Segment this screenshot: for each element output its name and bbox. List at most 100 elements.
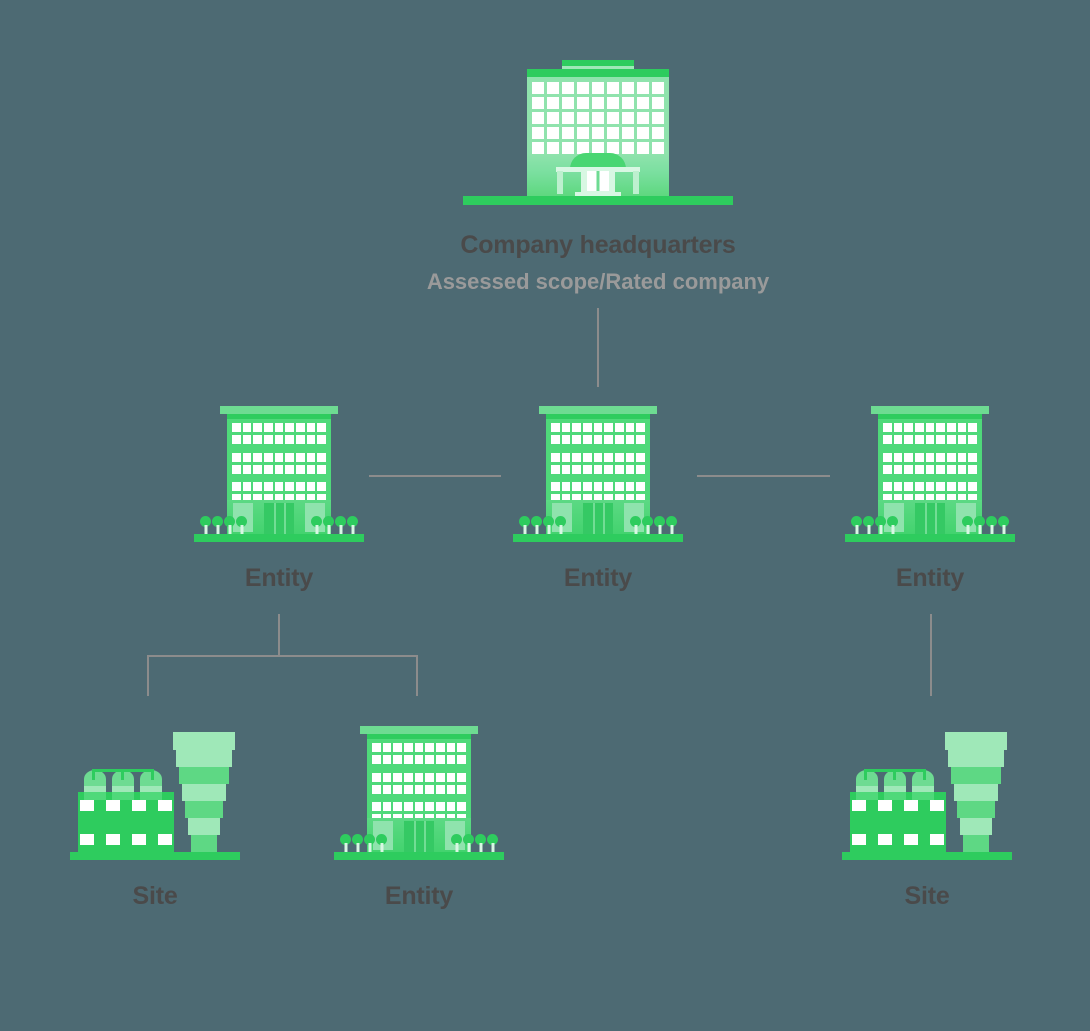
hq-entrance-plinth [527,153,669,196]
silo-icon [84,770,106,800]
entity-center-label: Entity [563,564,633,592]
entity-window-band [546,449,650,478]
connector-left-entity-stem [278,614,280,656]
factory-body [78,792,174,852]
entity-window-row [883,464,977,474]
node-entity-right[interactable]: Entity [845,406,1015,593]
connector-center-to-right-entity [697,475,830,477]
smokestack-segment [948,749,1004,767]
entity-window-row [372,743,466,752]
silo-pipe-drop-right [151,771,154,780]
tree-icon [543,514,554,534]
tree-icon [851,514,862,534]
smokestack-segment [176,749,232,767]
silo-icon [856,770,878,800]
smokestack-segment [951,766,1001,784]
tree-icon [642,514,653,534]
entity-child-label: Entity [384,882,454,910]
smokestack-segment [188,817,220,835]
entity-window-row [372,772,466,782]
entity-facade [367,739,471,827]
entity-facade [227,419,331,507]
site-right-label: Site [904,882,950,910]
node-company-headquarters[interactable]: Company headquarters Assessed scope/Rate… [427,60,769,295]
factory-body [850,792,946,852]
entity-window-row [551,464,645,474]
entity-window-band [367,769,471,798]
node-entity-child[interactable]: Entity [334,726,504,911]
hq-door [587,171,609,191]
tree-icon [224,514,235,534]
tree-icon [962,514,973,534]
tree-icon [519,514,530,534]
org-chart-diagram: Company headquarters Assessed scope/Rate… [0,0,1090,1031]
entity-ground-bar [194,534,364,542]
entity-window-row [232,452,326,462]
tree-icon [986,514,997,534]
smokestack-segment [179,766,229,784]
entity-window-row [551,423,645,432]
entity-window-row [883,482,977,491]
entity-window-band [878,419,982,448]
tree-icon [875,514,886,534]
factory-icon [70,726,240,860]
tree-icon [347,514,358,534]
silo-pipe-drop-right [923,771,926,780]
tree-icon [475,832,486,852]
entity-window-row [232,482,326,491]
connector-drop-to-site-left [147,655,149,696]
entity-window-band [227,419,331,448]
tree-icon [200,514,211,534]
office-tower-icon [463,60,733,205]
tree-icon [352,832,363,852]
tree-icon [311,514,322,534]
tree-icon [323,514,334,534]
entity-facade [878,419,982,507]
entity-facade [546,419,650,507]
entity-roof-cap [539,406,657,414]
connector-drop-to-entity-child [416,655,418,696]
tree-icon [451,832,462,852]
entity-roof-cap [360,726,478,734]
tree-icon [887,514,898,534]
hq-ground-bar [463,196,733,205]
entity-entrance [404,821,434,852]
entity-window-row [883,435,977,444]
tree-icon [487,832,498,852]
office-building-icon [513,406,683,542]
entity-window-band [227,449,331,478]
tree-icon [998,514,1009,534]
entity-window-row [883,452,977,462]
silo-pipe-drop-left [864,771,867,780]
tree-icon [463,832,474,852]
tree-icon [376,832,387,852]
entity-window-band [367,739,471,768]
entity-ground-bar [334,852,504,860]
connector-hq-to-center-entity [597,308,599,387]
entity-window-band [546,419,650,448]
entity-ground-bar [845,534,1015,542]
smokestack-segment [191,834,217,852]
entity-left-label: Entity [244,564,314,592]
smokestack-segment [185,800,223,818]
smokestack-segment [957,800,995,818]
node-entity-left[interactable]: Entity [194,406,364,593]
silo-pipe-drop-mid [893,771,896,780]
office-building-icon [845,406,1015,542]
entity-entrance [264,503,294,534]
entity-window-row [232,435,326,444]
tree-icon [654,514,665,534]
tree-icon [212,514,223,534]
entity-roof-cap [871,406,989,414]
smokestack-icon [940,726,1012,860]
hq-sublabel: Assessed scope/Rated company [426,269,770,294]
node-entity-center[interactable]: Entity [513,406,683,593]
connector-right-entity-to-site [930,614,932,696]
factory-icon [842,726,1012,860]
office-building-icon [194,406,364,542]
node-site-right[interactable]: Site [842,726,1012,911]
office-building-icon [334,726,504,860]
tree-icon [863,514,874,534]
tree-icon [236,514,247,534]
node-site-left[interactable]: Site [70,726,240,911]
